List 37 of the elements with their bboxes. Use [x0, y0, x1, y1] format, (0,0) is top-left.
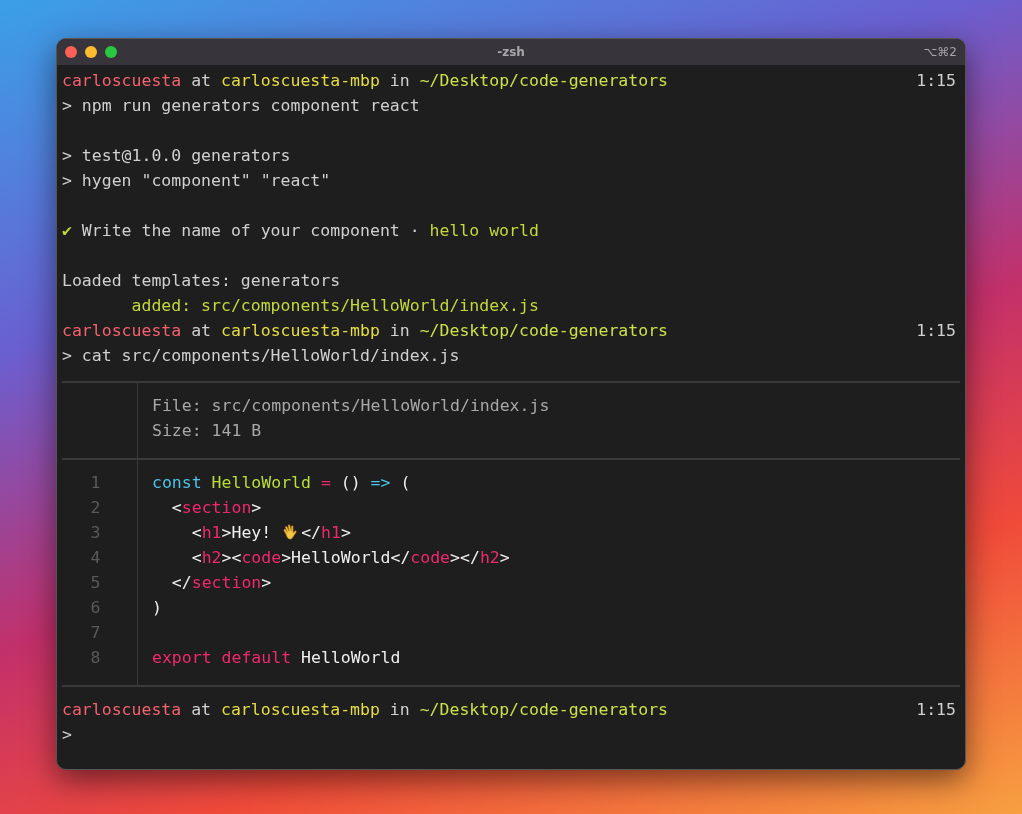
- prompt-time: 1:15: [916, 70, 957, 92]
- file-info: Size: 141 B: [152, 420, 262, 442]
- window-title: -zsh: [496, 45, 526, 59]
- output-line: Loaded templates: generators: [62, 270, 341, 292]
- code-line: <section>: [170, 497, 262, 519]
- line-number: 2: [89, 497, 102, 519]
- line-number: 1: [89, 472, 102, 494]
- minimize-button[interactable]: [85, 46, 97, 58]
- line-number: 8: [89, 647, 102, 669]
- shortcut-label: ⌥⌘2: [923, 45, 958, 59]
- line-number: 6: [89, 597, 102, 619]
- output-line: ✔ Write the name of your component · hello world: [62, 220, 539, 242]
- prompt-line: carloscuesta at carloscuesta-mbp in ~/Desktop/code-generators: [62, 70, 669, 92]
- prompt-time: 1:15: [916, 320, 957, 342]
- output-line: > hygen "component" "react": [62, 170, 331, 192]
- code-line: <h1>Hey!: [190, 522, 273, 544]
- code-line: </h1>: [301, 522, 351, 544]
- prompt-time: 1:15: [916, 699, 957, 721]
- code-line: <h2><code>HelloWorld</code></h2>: [190, 547, 510, 569]
- line-number: 5: [89, 572, 102, 594]
- line-number: 3: [89, 522, 102, 544]
- line-number: 4: [89, 547, 102, 569]
- prompt-line: carloscuesta at carloscuesta-mbp in ~/Desktop/code-generators: [62, 320, 669, 342]
- output-line: > test@1.0.0 generators: [62, 145, 291, 167]
- command-line: > npm run generators component react: [62, 95, 420, 117]
- line-number: 7: [89, 622, 102, 644]
- file-info: File: src/components/HelloWorld/index.js: [152, 395, 550, 417]
- code-line: ): [152, 597, 162, 619]
- close-button[interactable]: [65, 46, 77, 58]
- code-line: const HelloWorld = () => (: [152, 472, 411, 494]
- output-line: added: src/components/HelloWorld/index.js: [130, 295, 539, 317]
- command-line: >: [62, 724, 72, 746]
- zoom-button[interactable]: [105, 46, 117, 58]
- command-line: > cat src/components/HelloWorld/index.js: [62, 345, 460, 367]
- code-line: export default HelloWorld: [152, 647, 401, 669]
- code-line: </section>: [170, 572, 272, 594]
- prompt-line: carloscuesta at carloscuesta-mbp in ~/Desktop/code-generators: [62, 699, 669, 721]
